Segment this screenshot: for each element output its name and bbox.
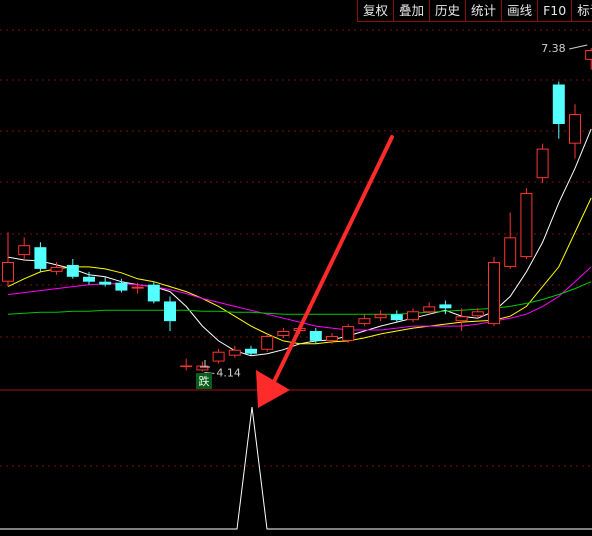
- candle-body: [2, 261, 14, 282]
- low-price-label: 4.14: [216, 366, 241, 379]
- candle-body: [228, 349, 241, 356]
- price-grid: [0, 29, 592, 338]
- candle-body: [374, 314, 387, 319]
- toolbar-button[interactable]: 复权: [357, 0, 394, 22]
- indicator-line: [0, 406, 592, 530]
- candle-body: [261, 335, 274, 350]
- toolbar-button[interactable]: 叠加: [393, 0, 430, 22]
- candle-body: [326, 335, 338, 341]
- candle-body: [439, 304, 452, 309]
- candle-body: [520, 192, 533, 258]
- candle-body: [309, 331, 322, 341]
- candle-body: [536, 148, 549, 179]
- panel-divider: [0, 389, 592, 467]
- candle-body: [471, 311, 484, 317]
- candle-body: [342, 326, 355, 341]
- toolbar-button[interactable]: F10: [537, 0, 572, 22]
- candle-body: [390, 314, 403, 321]
- toolbar-button[interactable]: 标记: [571, 0, 592, 22]
- moving-average-line: [7, 266, 592, 331]
- toolbar-button[interactable]: 统计: [465, 0, 502, 22]
- candle-body: [245, 348, 257, 354]
- candle-body: [455, 316, 468, 322]
- moving-average-lines: [7, 128, 592, 357]
- candle-body: [66, 264, 79, 277]
- candle-body: [99, 281, 112, 285]
- candle-body: [212, 351, 225, 362]
- candle-body: [407, 311, 419, 321]
- candle-body: [147, 284, 160, 302]
- candle-body: [277, 331, 290, 336]
- candle-body: [569, 114, 581, 144]
- candle-body: [552, 84, 565, 124]
- chart-toolbar: 复权叠加历史统计画线F10标记: [357, 0, 592, 22]
- candle-body: [423, 306, 436, 313]
- candle-body: [585, 50, 592, 60]
- moving-average-line: [7, 281, 592, 315]
- candle-body: [488, 261, 500, 325]
- kline-chart[interactable]: 7.38 4.14 跌: [0, 0, 592, 536]
- candle-body: [115, 282, 128, 291]
- candle-body: [50, 266, 63, 272]
- candle-body: [131, 286, 144, 289]
- red-arrow-head: [256, 370, 290, 408]
- candlesticks: [2, 48, 592, 372]
- high-price-pointer: [569, 44, 588, 50]
- signal-badge-label: 跌: [199, 374, 210, 388]
- candle-body: [83, 276, 95, 282]
- candle-body: [180, 365, 193, 368]
- high-price-label: 7.38: [541, 42, 566, 55]
- candle-body: [358, 318, 371, 325]
- candle-body: [34, 247, 47, 269]
- indicator-polyline: [0, 406, 592, 530]
- candle-body: [18, 245, 31, 256]
- red-arrow-shaft: [268, 135, 394, 392]
- toolbar-button[interactable]: 历史: [429, 0, 466, 22]
- toolbar-button[interactable]: 画线: [501, 0, 538, 22]
- candle-body: [164, 301, 176, 322]
- candle-body: [504, 237, 517, 267]
- red-arrow-annotation: [256, 135, 394, 408]
